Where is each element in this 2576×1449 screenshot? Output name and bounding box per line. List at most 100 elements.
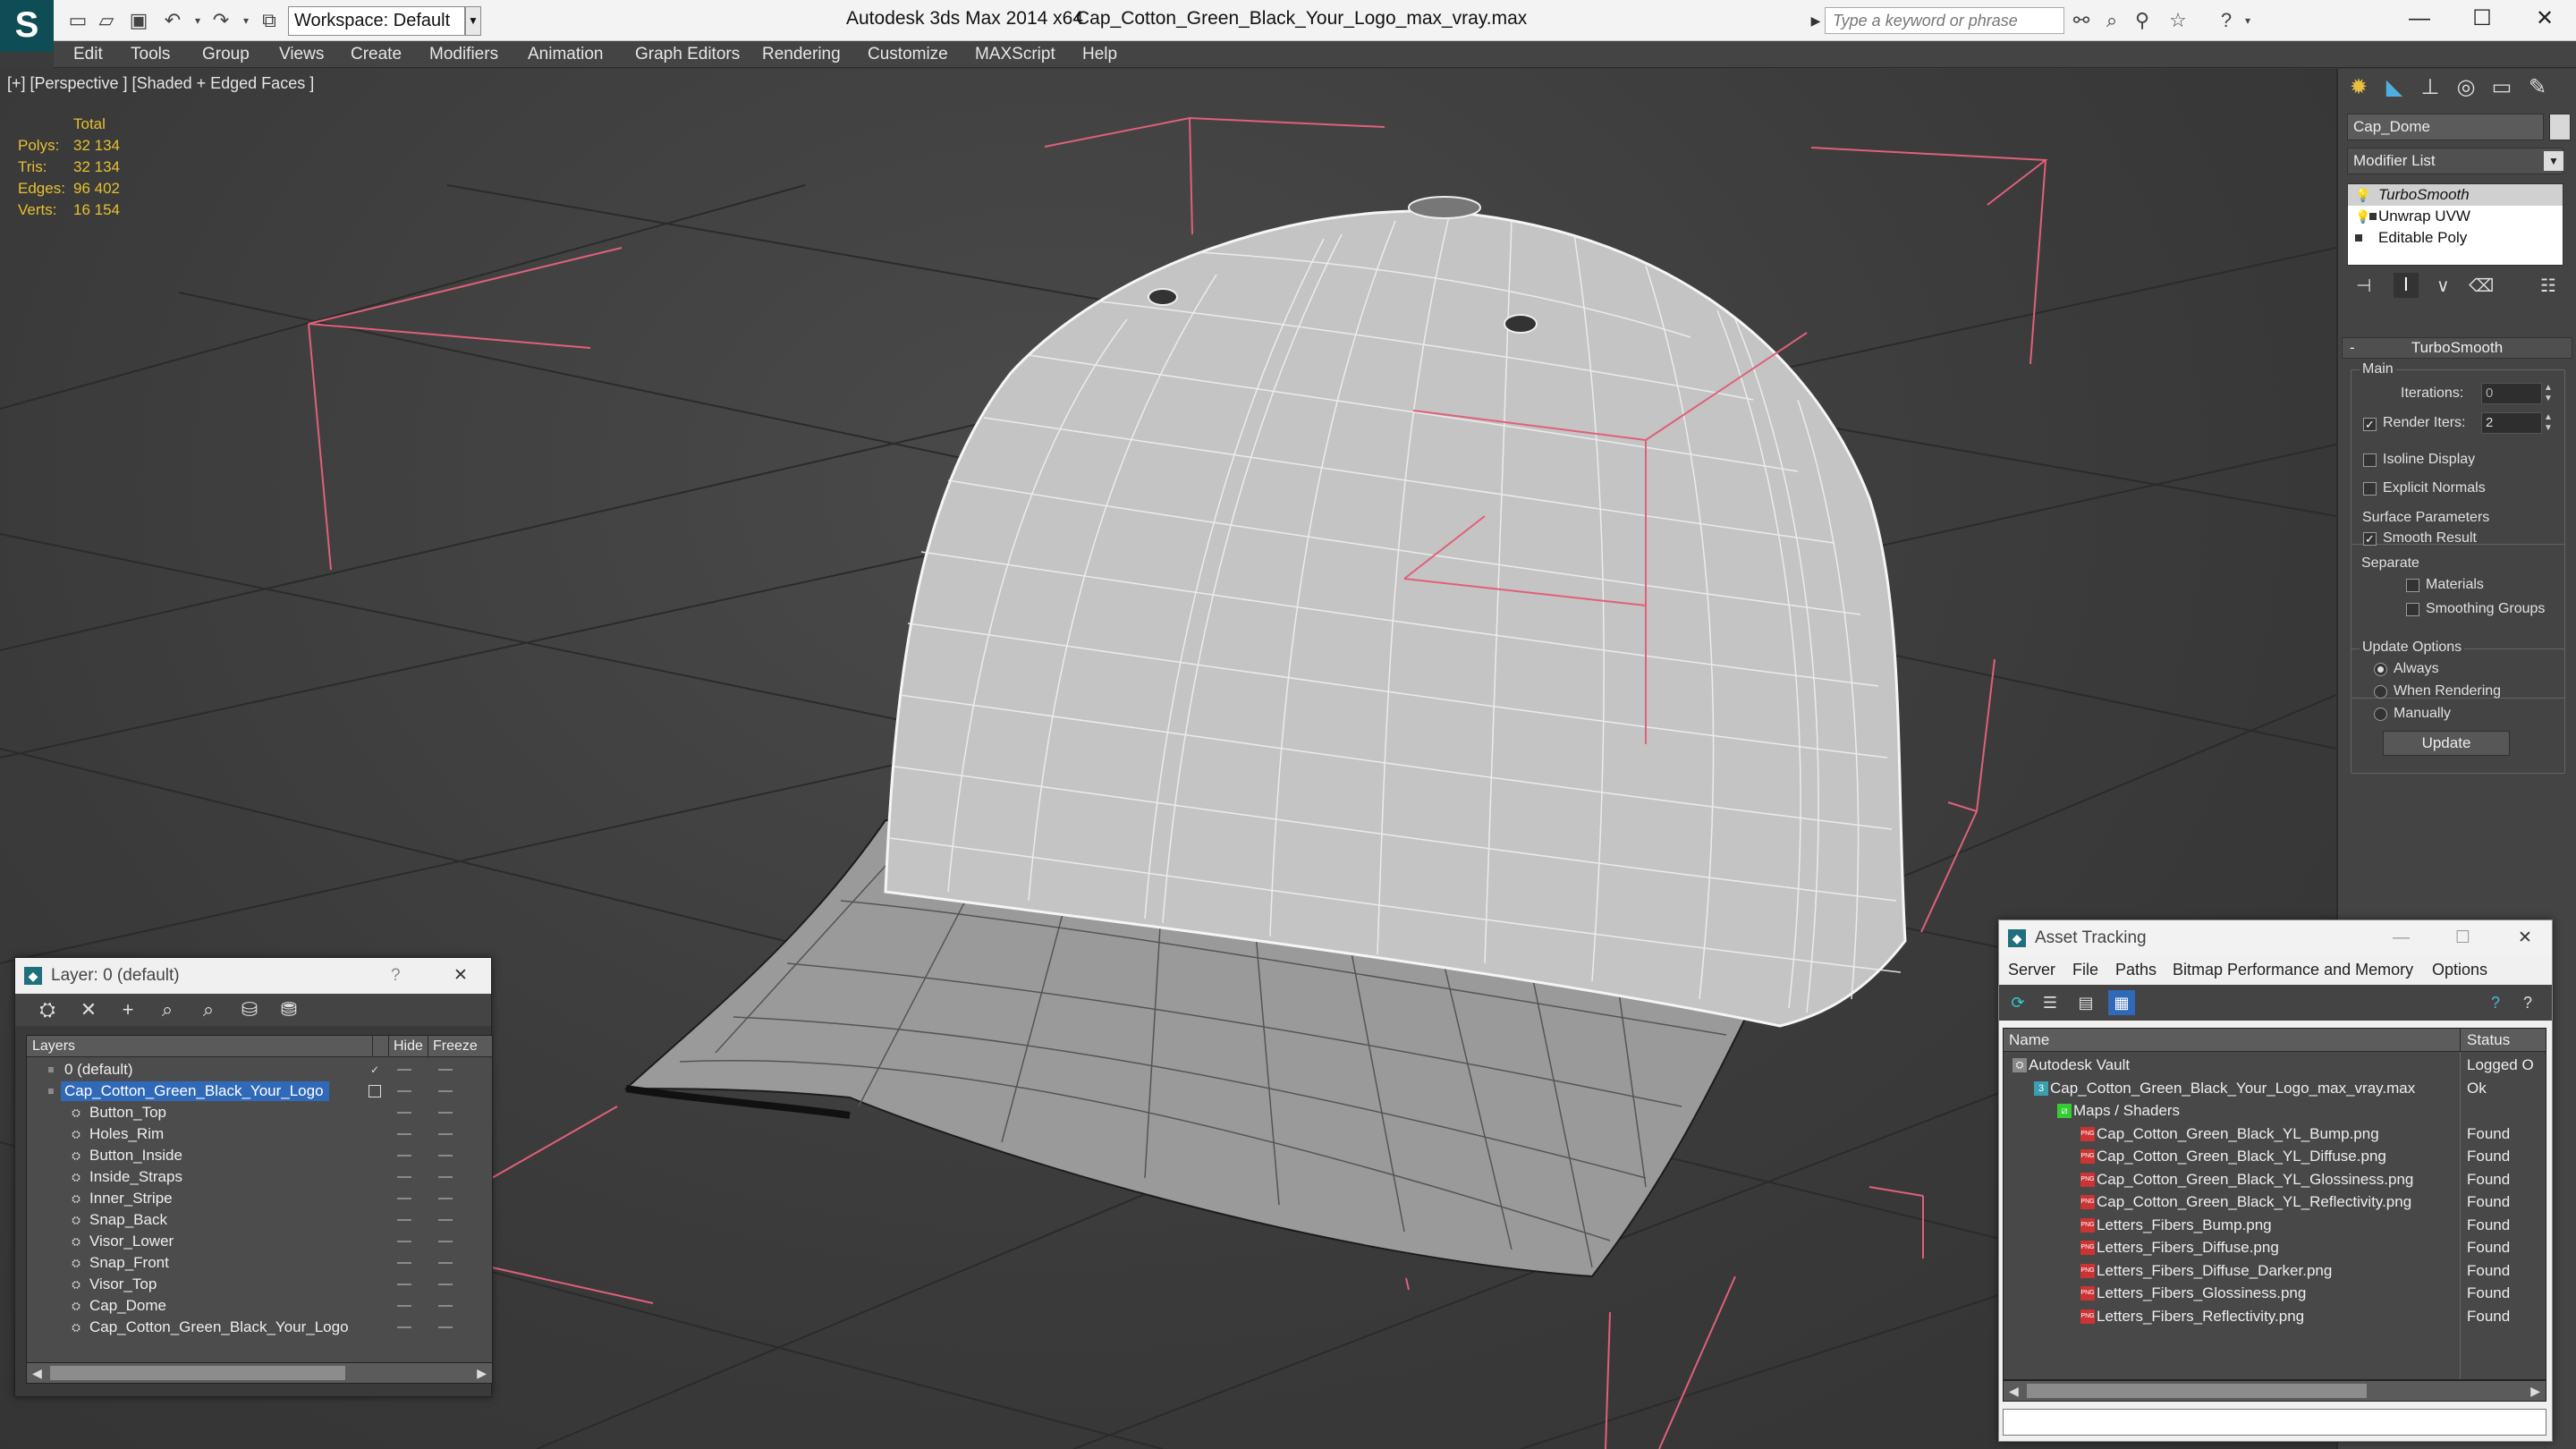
- close-icon[interactable]: ✕: [453, 958, 468, 994]
- layer-row[interactable]: ⛭ Cap_Dome: [27, 1295, 492, 1317]
- when-rendering-radio[interactable]: [2374, 685, 2387, 699]
- minimize-icon[interactable]: —: [2393, 920, 2410, 956]
- show-end-result-icon[interactable]: Ⅰ: [2394, 273, 2419, 298]
- layer-row[interactable]: ⛭ Button_Top: [27, 1102, 492, 1123]
- freeze-toggle[interactable]: [438, 1069, 453, 1071]
- asset-row[interactable]: ⛭ Autodesk Vault Logged O: [2004, 1054, 2546, 1077]
- menu-modifiers[interactable]: Modifiers: [429, 45, 498, 64]
- layer-row[interactable]: ⛭ Visor_Top: [27, 1274, 492, 1295]
- asset-row[interactable]: ⧄ Maps / Shaders: [2004, 1099, 2546, 1123]
- close-icon[interactable]: ✕: [2518, 920, 2532, 956]
- layer-row[interactable]: ⛭ Cap_Cotton_Green_Black_Your_Logo: [27, 1317, 492, 1338]
- freeze-column-header[interactable]: Freeze: [433, 1036, 478, 1057]
- menu-server[interactable]: Server: [2008, 956, 2055, 983]
- layer-name[interactable]: Snap_Front: [86, 1253, 174, 1273]
- current-layer-check-icon[interactable]: ✓: [369, 1063, 381, 1076]
- freeze-toggle[interactable]: [438, 1198, 453, 1199]
- menu-bitmap-performance[interactable]: Bitmap Performance and Memory: [2173, 956, 2413, 983]
- app-logo-icon[interactable]: S: [0, 0, 54, 52]
- layers-column-header[interactable]: Layers: [32, 1036, 75, 1057]
- workspace-dropdown[interactable]: Workspace: Default: [288, 6, 465, 36]
- hide-toggle[interactable]: [397, 1069, 411, 1071]
- redo-icon[interactable]: ↷: [208, 7, 234, 34]
- layer-name[interactable]: Visor_Lower: [86, 1232, 179, 1251]
- refresh-icon[interactable]: ⟳: [2004, 990, 2031, 1015]
- menu-file[interactable]: File: [2072, 956, 2098, 983]
- smoothing-groups-checkbox[interactable]: [2406, 603, 2419, 616]
- search-icon[interactable]: ⌕: [2098, 7, 2125, 34]
- asset-row[interactable]: 3 Cap_Cotton_Green_Black_Your_Logo_max_vr…: [2004, 1077, 2546, 1100]
- freeze-all-layers-icon[interactable]: ⛃: [276, 997, 301, 1022]
- object-name-field[interactable]: Cap_Dome: [2347, 114, 2544, 140]
- freeze-toggle[interactable]: [438, 1241, 453, 1242]
- new-file-icon[interactable]: ▭: [64, 7, 91, 34]
- spinner-arrows-icon[interactable]: ▲ ▼: [2544, 412, 2553, 434]
- search-expand-icon[interactable]: ▶: [1807, 7, 1825, 34]
- expand-icon[interactable]: [2355, 234, 2362, 242]
- menu-tools[interactable]: Tools: [131, 45, 170, 64]
- close-icon[interactable]: ✕: [2513, 0, 2576, 39]
- layer-row[interactable]: ⛭ Holes_Rim: [27, 1123, 492, 1145]
- communication-icon[interactable]: ⚲: [2129, 7, 2156, 34]
- asset-row[interactable]: PNG Cap_Cotton_Green_Black_YL_Bump.png Fou…: [2004, 1123, 2546, 1146]
- menu-edit[interactable]: Edit: [73, 45, 103, 64]
- render-iters-checkbox[interactable]: ✓: [2363, 418, 2377, 431]
- hide-toggle[interactable]: [397, 1305, 411, 1307]
- status-column-header[interactable]: Status: [2467, 1029, 2510, 1052]
- maximize-icon[interactable]: ☐: [2451, 0, 2513, 39]
- freeze-toggle[interactable]: [438, 1112, 453, 1114]
- favorites-star-icon[interactable]: ☆: [2165, 7, 2191, 34]
- display-tab-icon[interactable]: ▭: [2487, 72, 2517, 103]
- utilities-tab-icon[interactable]: ✎: [2522, 72, 2553, 103]
- layer-name[interactable]: Cap_Cotton_Green_Black_Your_Logo: [61, 1081, 329, 1101]
- context-help-icon[interactable]: ?: [2514, 990, 2541, 1015]
- layer-name[interactable]: 0 (default): [61, 1060, 139, 1080]
- menu-rendering[interactable]: Rendering: [762, 45, 841, 64]
- menu-group[interactable]: Group: [202, 45, 250, 64]
- hide-toggle[interactable]: [397, 1090, 411, 1092]
- pin-stack-icon[interactable]: ⊣: [2356, 275, 2371, 297]
- help-icon[interactable]: ?: [2482, 990, 2509, 1015]
- hide-toggle[interactable]: [397, 1241, 411, 1242]
- menu-maxscript[interactable]: MAXScript: [975, 45, 1055, 64]
- layer-horizontal-scrollbar[interactable]: ◀ ▶: [26, 1362, 493, 1384]
- freeze-toggle[interactable]: [438, 1219, 453, 1221]
- iterations-spinner[interactable]: 0: [2481, 383, 2542, 404]
- layer-panel-title[interactable]: ◆ Layer: 0 (default) ? ✕: [15, 958, 491, 994]
- make-unique-icon[interactable]: ∨: [2436, 275, 2450, 297]
- stack-item-unwrap[interactable]: Unwrap UVW: [2348, 206, 2563, 227]
- table-view-icon[interactable]: ▤: [2072, 990, 2099, 1015]
- layer-name[interactable]: Button_Inside: [86, 1146, 188, 1165]
- maximize-icon[interactable]: ☐: [2455, 920, 2470, 956]
- menu-paths[interactable]: Paths: [2115, 956, 2157, 983]
- hide-toggle[interactable]: [397, 1176, 411, 1178]
- asset-row[interactable]: PNG Letters_Fibers_Diffuse_Darker.png Foun…: [2004, 1259, 2546, 1283]
- lightbulb-icon[interactable]: 💡: [2355, 209, 2370, 225]
- project-folder-icon[interactable]: ⧉: [256, 7, 283, 34]
- layer-name[interactable]: Snap_Back: [86, 1210, 173, 1230]
- hide-all-layers-icon[interactable]: ⛁: [237, 997, 262, 1022]
- menu-animation[interactable]: Animation: [528, 45, 604, 64]
- freeze-toggle[interactable]: [438, 1326, 453, 1328]
- layer-name[interactable]: Cap_Dome: [86, 1296, 172, 1316]
- undo-icon[interactable]: ↶: [159, 7, 186, 34]
- asset-panel-title[interactable]: ◆ Asset Tracking — ☐ ✕: [1999, 920, 2552, 956]
- manually-radio[interactable]: [2374, 708, 2387, 721]
- asset-horizontal-scrollbar[interactable]: ◀ ▶: [2003, 1380, 2546, 1402]
- layer-name[interactable]: Holes_Rim: [86, 1124, 169, 1144]
- layer-name[interactable]: Inner_Stripe: [86, 1189, 178, 1208]
- layer-name[interactable]: Cap_Cotton_Green_Black_Your_Logo: [86, 1318, 354, 1337]
- layer-row[interactable]: ⛭ Inside_Straps: [27, 1166, 492, 1188]
- configure-sets-icon[interactable]: ☷: [2540, 275, 2556, 297]
- hide-toggle[interactable]: [397, 1198, 411, 1199]
- lightbulb-icon[interactable]: 💡: [2355, 188, 2370, 203]
- asset-row[interactable]: PNG Letters_Fibers_Glossiness.png Found: [2004, 1282, 2546, 1305]
- help-dropdown-icon[interactable]: ▾: [2234, 7, 2261, 34]
- spinner-arrows-icon[interactable]: ▲ ▼: [2544, 383, 2553, 404]
- layer-row[interactable]: ⛭ Visor_Lower: [27, 1231, 492, 1252]
- hide-toggle[interactable]: [397, 1219, 411, 1221]
- add-to-layer-icon[interactable]: +: [115, 997, 140, 1022]
- explicit-normals-checkbox[interactable]: [2363, 482, 2377, 496]
- asset-row[interactable]: PNG Cap_Cotton_Green_Black_YL_Glossiness.…: [2004, 1168, 2546, 1191]
- hide-toggle[interactable]: [397, 1112, 411, 1114]
